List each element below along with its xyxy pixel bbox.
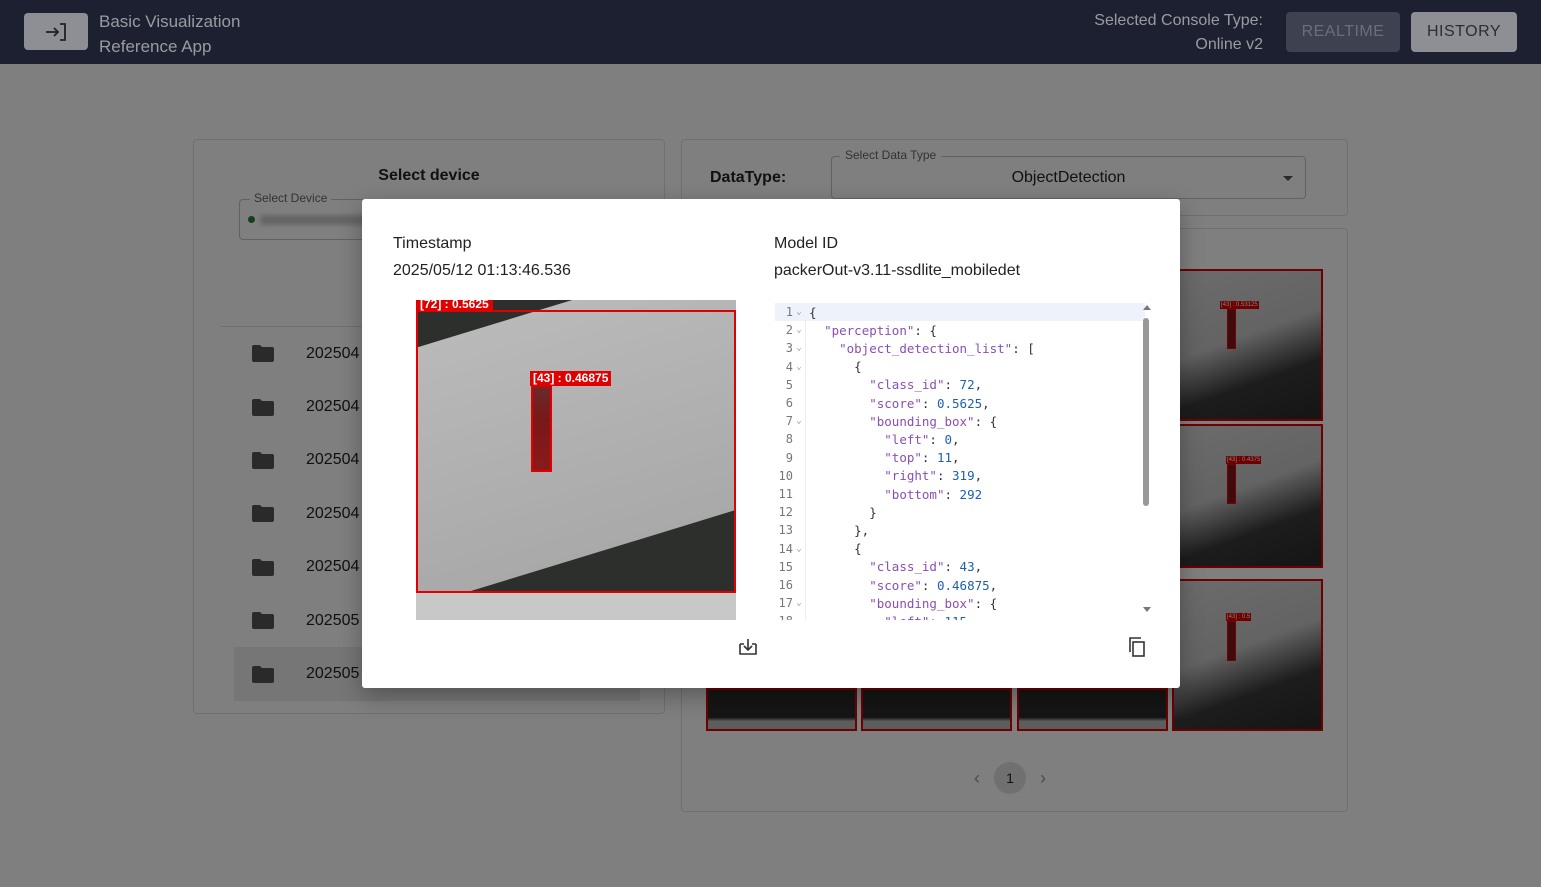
fold-toggle-icon[interactable]: ⌄ bbox=[793, 307, 805, 317]
detection-label: [43] : 0.46875 bbox=[530, 371, 612, 386]
detection-image: [72] : 0.5625 [43] : 0.46875 bbox=[416, 300, 736, 620]
line-number: 16 bbox=[778, 578, 793, 593]
fold-toggle-icon[interactable]: ⌄ bbox=[793, 544, 805, 554]
fold-toggle-icon[interactable]: ⌄ bbox=[793, 416, 805, 426]
code-line: 4 ⌄ { bbox=[775, 358, 1145, 376]
code-text: "score": 0.46875, bbox=[869, 577, 998, 593]
code-text: { bbox=[809, 304, 817, 320]
detection-box bbox=[531, 385, 552, 472]
line-number: 14 bbox=[778, 541, 793, 556]
console-type-info: Selected Console Type: Online v2 bbox=[1094, 9, 1263, 57]
code-text: { bbox=[809, 359, 862, 375]
code-text: { bbox=[809, 541, 862, 557]
json-code-viewer[interactable]: 1 ⌄{2 ⌄ "perception": {3 ⌄ "object_detectio… bbox=[775, 302, 1157, 620]
app-header: Basic Visualization Reference App Select… bbox=[0, 0, 1541, 64]
line-number: 8 bbox=[785, 432, 793, 447]
line-number: 12 bbox=[778, 505, 793, 520]
fold-toggle-icon[interactable]: ⌄ bbox=[793, 598, 805, 608]
history-button[interactable]: HISTORY bbox=[1411, 12, 1517, 52]
line-number: 7 bbox=[785, 414, 793, 429]
code-line: 12 } bbox=[775, 503, 1145, 521]
fold-toggle-icon[interactable]: ⌄ bbox=[793, 362, 805, 372]
copy-button[interactable] bbox=[1125, 635, 1149, 659]
line-number: 5 bbox=[785, 377, 793, 392]
fold-toggle-icon[interactable]: ⌄ bbox=[793, 325, 805, 335]
code-line: 18 "left": 115, bbox=[775, 612, 1145, 620]
logout-icon bbox=[46, 22, 66, 41]
realtime-button[interactable]: REALTIME bbox=[1286, 12, 1400, 52]
copy-icon bbox=[1129, 637, 1145, 657]
code-text: "left": 115, bbox=[805, 614, 974, 620]
app-title: Basic Visualization Reference App bbox=[99, 9, 240, 59]
model-id-value: packerOut-v3.11-ssdlite_mobiledet bbox=[774, 262, 1021, 279]
code-line: 15 "class_id": 43, bbox=[775, 558, 1145, 576]
line-number: 10 bbox=[778, 468, 793, 483]
code-text: "bounding_box": { bbox=[869, 595, 998, 611]
scroll-up-icon[interactable] bbox=[1143, 305, 1151, 310]
line-number: 1 bbox=[785, 305, 793, 320]
code-line: 7 ⌄ "bounding_box": { bbox=[775, 412, 1145, 430]
download-button[interactable] bbox=[736, 635, 760, 659]
line-number: 4 bbox=[785, 359, 793, 374]
code-text: "object_detection_list": [ bbox=[839, 340, 1035, 356]
code-line: 13 }, bbox=[775, 521, 1145, 539]
logout-button[interactable] bbox=[24, 13, 88, 50]
detection-label: [72] : 0.5625 bbox=[416, 300, 493, 311]
console-type-label: Selected Console Type: bbox=[1094, 12, 1263, 29]
code-line: 6 "score": 0.5625, bbox=[775, 394, 1145, 412]
line-number: 18 bbox=[775, 614, 793, 620]
code-text: "right": 319, bbox=[884, 468, 983, 484]
code-text: "perception": { bbox=[824, 322, 937, 338]
line-number: 11 bbox=[778, 487, 793, 502]
code-line: 9 "top": 11, bbox=[775, 449, 1145, 467]
code-line: 1 ⌄ { bbox=[775, 303, 1145, 322]
download-icon bbox=[739, 639, 757, 655]
app-title-line1: Basic Visualization bbox=[99, 12, 241, 31]
fold-toggle-icon[interactable]: ⌄ bbox=[793, 343, 805, 353]
scroll-down-icon[interactable] bbox=[1143, 607, 1151, 612]
line-number: 13 bbox=[778, 523, 793, 538]
code-line: 17 ⌄ "bounding_box": { bbox=[775, 594, 1145, 612]
timestamp-value: 2025/05/12 01:13:46.536 bbox=[393, 262, 571, 279]
code-line: 11 "bottom": 292 bbox=[775, 485, 1145, 503]
timestamp-label: Timestamp bbox=[393, 235, 472, 252]
code-text: }, bbox=[809, 522, 870, 538]
console-type-value: Online v2 bbox=[1195, 36, 1263, 53]
line-number: 17 bbox=[778, 596, 793, 611]
line-number: 3 bbox=[785, 341, 793, 356]
image-bottom-strip bbox=[416, 592, 736, 620]
detection-box bbox=[416, 310, 736, 593]
code-line: 10 "right": 319, bbox=[775, 467, 1145, 485]
code-scrollbar[interactable] bbox=[1141, 302, 1151, 620]
code-line: 14 ⌄ { bbox=[775, 540, 1145, 558]
code-text: "class_id": 72, bbox=[869, 377, 983, 393]
app-title-line2: Reference App bbox=[99, 37, 212, 56]
line-number: 6 bbox=[785, 396, 793, 411]
line-number: 2 bbox=[785, 323, 793, 338]
code-text: "bottom": 292 bbox=[884, 486, 983, 502]
scroll-thumb[interactable] bbox=[1143, 318, 1149, 506]
code-line: 16 "score": 0.46875, bbox=[775, 576, 1145, 594]
code-text: } bbox=[809, 504, 877, 520]
model-id-label: Model ID bbox=[774, 235, 839, 252]
line-number: 9 bbox=[785, 450, 793, 465]
detail-modal: Timestamp 2025/05/12 01:13:46.536 Model … bbox=[362, 199, 1180, 688]
line-number: 15 bbox=[778, 559, 793, 574]
code-line: 5 "class_id": 72, bbox=[775, 376, 1145, 394]
code-line: 3 ⌄ "object_detection_list": [ bbox=[775, 339, 1145, 357]
code-line: 2 ⌄ "perception": { bbox=[775, 321, 1145, 339]
code-text: "score": 0.5625, bbox=[869, 395, 990, 411]
code-text: "class_id": 43, bbox=[869, 559, 983, 575]
code-text: "bounding_box": { bbox=[869, 413, 998, 429]
code-text: "top": 11, bbox=[884, 450, 960, 466]
code-line: 8 "left": 0, bbox=[775, 430, 1145, 448]
code-text: "left": 0, bbox=[884, 431, 960, 447]
